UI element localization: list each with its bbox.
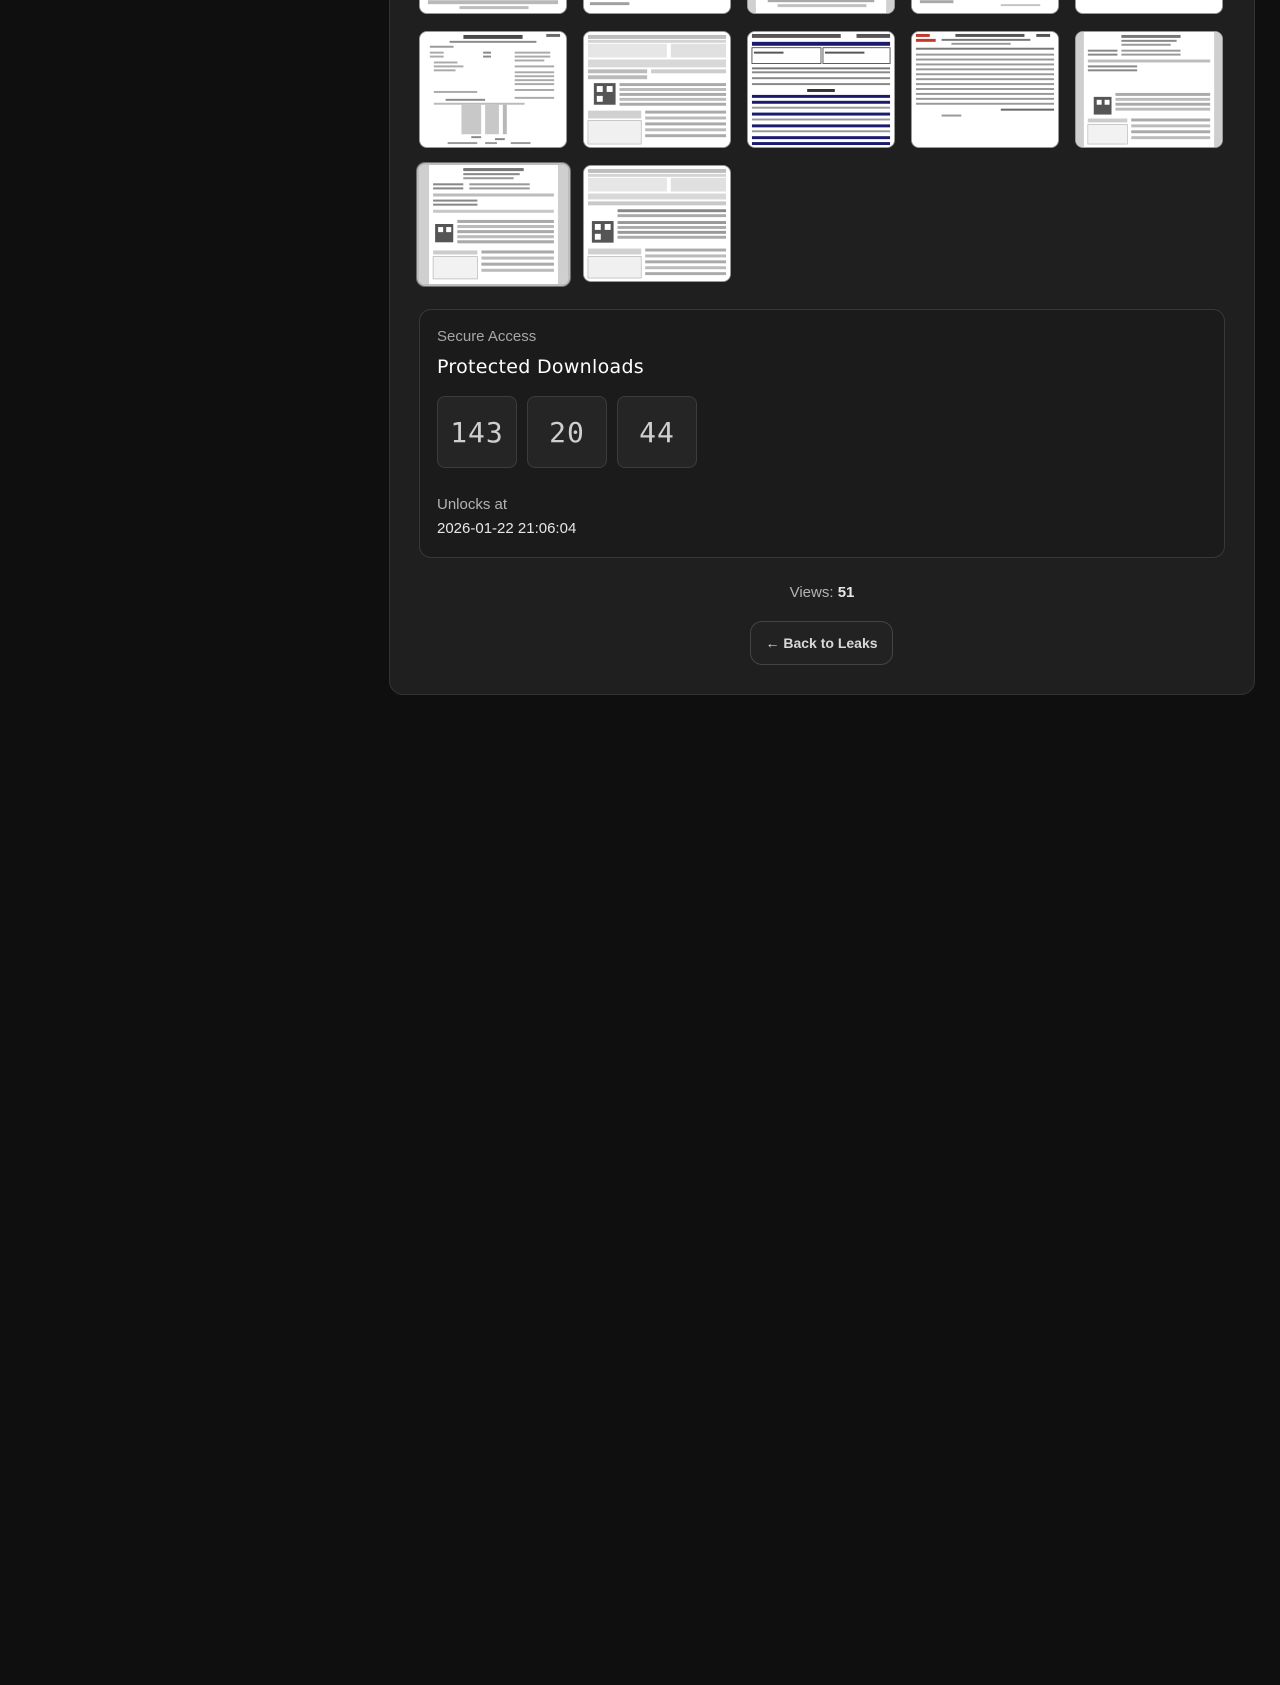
- document-thumbnail-10[interactable]: [1075, 31, 1223, 148]
- countdown-counter-2: 20: [527, 396, 607, 468]
- document-thumbnail-9[interactable]: [911, 31, 1059, 148]
- unlock-label: Unlocks at: [437, 496, 508, 513]
- document-preview-6: [420, 32, 566, 147]
- document-preview-12: [584, 166, 730, 281]
- document-preview-10: [1076, 32, 1222, 147]
- views-label: Views:: [789, 584, 834, 601]
- document-thumbnail-12[interactable]: [583, 165, 731, 282]
- document-thumbnail-1[interactable]: [419, 0, 567, 14]
- unlock-timestamp: 2026-01-22 21:06:04: [437, 520, 577, 537]
- views-count: Views: 51: [389, 584, 1255, 601]
- document-preview-2: [584, 0, 730, 13]
- document-thumbnail-11[interactable]: [417, 163, 570, 286]
- secure-access-eyebrow: Secure Access: [437, 328, 537, 345]
- countdown-counter-1: 143: [437, 396, 517, 468]
- document-preview-5: [1076, 0, 1222, 13]
- document-preview-4: [912, 0, 1058, 13]
- views-value: 51: [837, 584, 855, 601]
- document-thumbnail-5[interactable]: [1075, 0, 1223, 14]
- document-preview-9: [912, 32, 1058, 147]
- document-thumbnail-3[interactable]: [747, 0, 895, 14]
- back-to-leaks-button[interactable]: ← Back to Leaks: [750, 621, 893, 665]
- document-thumbnail-2[interactable]: [583, 0, 731, 14]
- countdown-counter-3: 44: [617, 396, 697, 468]
- document-preview-3: [748, 0, 894, 13]
- protected-downloads-title: Protected Downloads: [437, 356, 645, 378]
- document-preview-11: [419, 165, 568, 284]
- document-preview-7: [584, 32, 730, 147]
- secure-access-card: Secure Access Protected Downloads 143 20…: [419, 309, 1225, 558]
- document-preview-8: [748, 32, 894, 147]
- document-thumbnail-8[interactable]: [747, 31, 895, 148]
- document-thumbnail-7[interactable]: [583, 31, 731, 148]
- document-thumbnail-6[interactable]: [419, 31, 567, 148]
- document-thumbnail-4[interactable]: [911, 0, 1059, 14]
- document-preview-1: [420, 0, 566, 13]
